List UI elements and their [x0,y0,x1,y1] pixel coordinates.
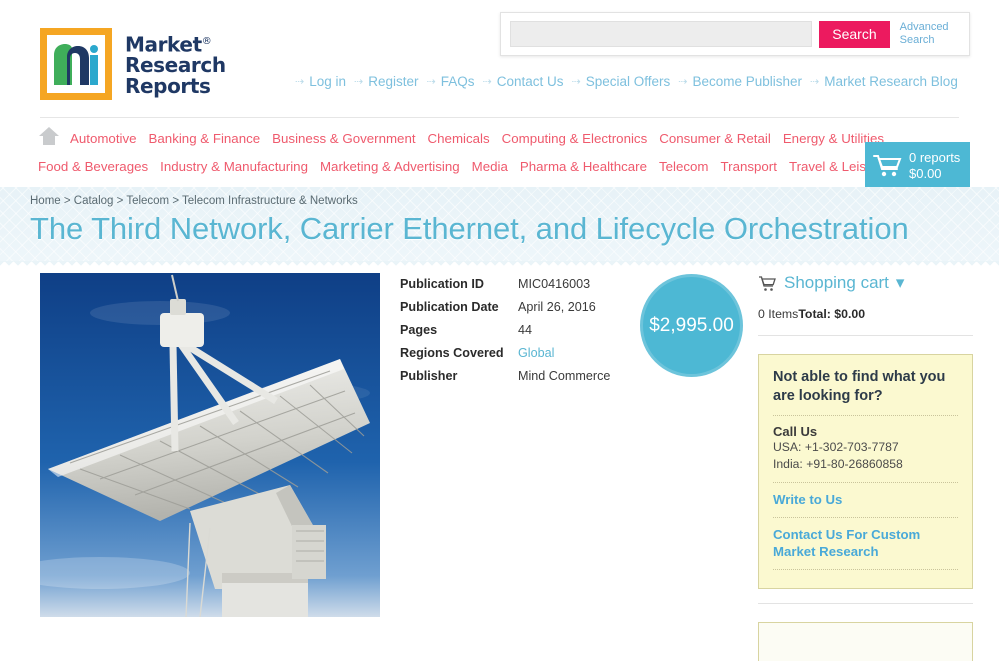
detail-value-publisher: Mind Commerce [518,369,611,383]
detail-value-pages: 44 [518,323,533,337]
logo-mark [40,28,112,100]
help-box-divider [773,415,958,416]
utility-nav-special-offers[interactable]: Special Offers [586,74,671,89]
site-header: Market® Research Reports Search Advanced… [0,0,999,118]
sidebar-divider [758,603,973,604]
category-nav-industry-manufacturing[interactable]: Industry & Manufacturing [160,159,308,174]
cart-total: Total: $0.00 [798,307,866,321]
chevron-down-icon[interactable]: ▾ [896,273,905,293]
arrow-icon: ⇢ [810,76,820,88]
category-nav-row-2: Food & Beverages Industry & Manufacturin… [38,159,999,174]
category-nav-transport[interactable]: Transport [721,159,777,174]
detail-label: Publication Date [400,300,499,314]
search-input[interactable] [510,21,813,47]
mini-cart-total: $0.00 [909,166,942,181]
product-image [40,273,380,617]
price-value: $2,995.00 [649,314,734,336]
detail-label: Pages [400,323,438,337]
search-bar: Search Advanced Search [500,12,970,56]
category-nav-row-1: Automotive Banking & Finance Business & … [38,126,999,151]
help-box-divider [773,517,958,518]
arrow-icon: ⇢ [482,76,492,88]
detail-row: Publication ID MIC0416003 [400,273,640,296]
mini-cart-text: 0 reports $0.00 [909,150,960,182]
home-icon[interactable] [38,126,60,151]
logo-line-3: Reports [125,74,211,99]
category-nav-computing-electronics[interactable]: Computing & Electronics [502,131,648,146]
utility-nav-blog[interactable]: Market Research Blog [824,74,958,89]
page-title: The Third Network, Carrier Ethernet, and… [30,211,909,246]
custom-research-link[interactable]: Contact Us For Custom Market Research [773,526,958,560]
utility-nav-become-publisher[interactable]: Become Publisher [692,74,802,89]
price-badge: $2,995.00 [640,274,743,377]
registered-mark-icon: ® [201,35,212,47]
detail-label: Publication ID [400,277,484,291]
advanced-search-link[interactable]: Advanced Search [900,21,960,47]
arrow-icon: ⇢ [295,76,305,88]
category-nav-marketing-advertising[interactable]: Marketing & Advertising [320,159,460,174]
arrow-icon: ⇢ [426,76,436,88]
mini-cart-count: 0 reports [909,150,961,165]
detail-value-regions-covered[interactable]: Global [518,342,554,365]
phone-usa: USA: +1-302-703-7787 [773,440,899,454]
mini-cart-widget[interactable]: 0 reports $0.00 [865,142,970,190]
category-nav-automotive[interactable]: Automotive [70,131,137,146]
utility-nav-faqs[interactable]: FAQs [441,74,475,89]
cart-summary: 0 ItemsTotal: $0.00 [758,307,973,321]
help-box: Not able to find what you are looking fo… [758,354,973,589]
arrow-icon: ⇢ [678,76,688,88]
cart-icon [759,275,776,291]
help-box-divider [773,569,958,570]
utility-nav-contact-us[interactable]: Contact Us [497,74,564,89]
shopping-cart-header[interactable]: Shopping cart ▾ [758,273,973,293]
help-box-title: Not able to find what you are looking fo… [773,369,946,404]
search-button[interactable]: Search [819,20,890,48]
arrow-icon: ⇢ [354,76,364,88]
arrow-icon: ⇢ [571,76,581,88]
publication-details: Publication ID MIC0416003 Publication Da… [400,273,640,388]
category-nav-chemicals[interactable]: Chemicals [428,131,490,146]
detail-row: Publication Date April 26, 2016 [400,296,640,319]
category-nav-banking-finance[interactable]: Banking & Finance [149,131,261,146]
category-nav-media[interactable]: Media [472,159,508,174]
breadcrumb[interactable]: Home > Catalog > Telecom > Telecom Infra… [30,195,999,207]
shopping-cart-title: Shopping cart [784,273,889,292]
category-nav-consumer-retail[interactable]: Consumer & Retail [659,131,771,146]
category-nav-business-government[interactable]: Business & Government [272,131,415,146]
cart-items-count: 0 Items [758,307,799,321]
utility-nav-register[interactable]: Register [368,74,418,89]
detail-row: Pages 44 [400,319,640,342]
detail-value-publication-date: April 26, 2016 [518,300,596,314]
logo-line-2: Research [125,53,226,78]
main-content: Publication ID MIC0416003 Publication Da… [0,262,999,661]
call-us-heading: Call Us [773,424,818,439]
detail-label: Publisher [400,369,458,383]
logo-m-glyph [54,44,98,85]
detail-row: Regions Covered Global [400,342,640,365]
secondary-help-box [758,622,973,661]
sidebar-divider [758,335,973,336]
detail-row: Publisher Mind Commerce [400,365,640,388]
category-nav-telecom[interactable]: Telecom [659,159,709,174]
utility-nav-login[interactable]: Log in [309,74,346,89]
utility-nav: ⇢ Log in ⇢ Register ⇢ FAQs ⇢ Contact Us … [295,74,966,89]
detail-value-publication-id: MIC0416003 [518,277,591,291]
shopping-cart-icon [873,155,902,177]
logo-wordmark: Market® Research Reports [125,31,226,98]
detail-label: Regions Covered [400,346,504,360]
title-banner: Home > Catalog > Telecom > Telecom Infra… [0,187,999,269]
page-root: Market® Research Reports Search Advanced… [0,0,999,661]
help-box-divider [773,482,958,483]
category-nav-food-beverages[interactable]: Food & Beverages [38,159,148,174]
category-nav-pharma-healthcare[interactable]: Pharma & Healthcare [520,159,647,174]
right-sidebar: Shopping cart ▾ 0 ItemsTotal: $0.00 Not … [758,273,973,661]
site-logo[interactable]: Market® Research Reports [40,28,226,100]
write-to-us-link[interactable]: Write to Us [773,491,958,508]
phone-india: India: +91-80-26860858 [773,457,903,471]
category-nav: Automotive Banking & Finance Business & … [0,118,999,187]
